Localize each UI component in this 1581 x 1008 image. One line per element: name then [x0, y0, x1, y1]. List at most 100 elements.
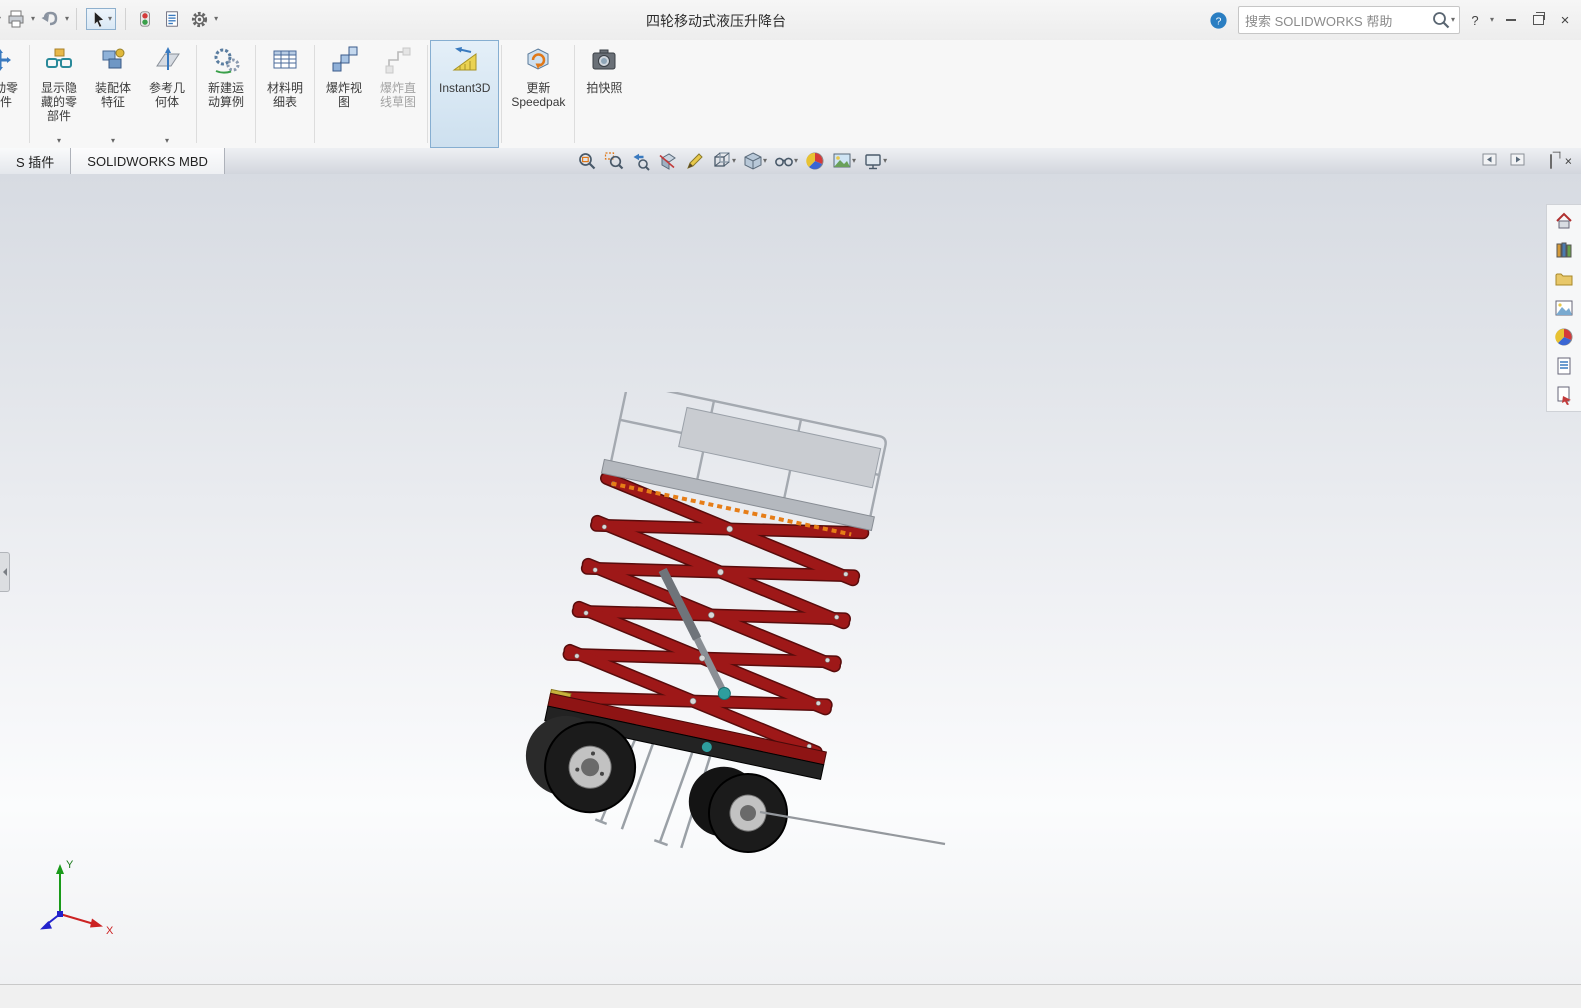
home-icon [1556, 212, 1572, 229]
close-button[interactable]: × [1555, 8, 1575, 32]
solidworks-resources-button[interactable] [1552, 210, 1576, 232]
apply-scene-button[interactable]: ▾ [830, 150, 858, 172]
select-cursor-icon [94, 11, 105, 28]
triad-origin [57, 911, 63, 917]
pane-right-icon [1510, 153, 1525, 166]
section-view-button[interactable] [656, 150, 680, 172]
help-circle-icon: ? [1210, 11, 1228, 29]
zoom-fit-button[interactable] [575, 150, 599, 172]
chevron-down-icon: ▾ [108, 14, 113, 23]
x-axis [59, 913, 95, 925]
featuremanager-flyout-handle[interactable] [0, 552, 10, 592]
pack-and-go-button[interactable] [1552, 384, 1576, 406]
svg-text:?: ? [1216, 16, 1222, 27]
ribbon-button-label: Instant3D [439, 81, 491, 95]
rebuild-stoplight-icon [140, 11, 151, 27]
select-tool-button[interactable]: ▾ [86, 8, 117, 30]
pane-previous-button[interactable] [1482, 152, 1498, 170]
title-bar: ▾ ▾ ▾ ▾ ▾ 四轮 [0, 0, 1581, 41]
view-orientation-button[interactable]: ▾ [710, 150, 738, 172]
ribbon-button-explode-line-sketch: 爆炸直线草图 [371, 40, 425, 148]
pane-next-button[interactable] [1510, 152, 1526, 170]
chevron-down-icon[interactable]: ▾ [1451, 16, 1455, 24]
doc-restore-button[interactable] [1550, 153, 1553, 169]
appearances-scenes-button[interactable] [1552, 326, 1576, 348]
edit-appearance-button[interactable] [803, 150, 827, 172]
help-menu-button[interactable]: ? [1467, 8, 1483, 32]
ribbon-button-instant3d[interactable]: Instant3D [430, 40, 500, 148]
custom-properties-button[interactable] [1552, 355, 1576, 377]
assembly-features-icon [99, 46, 127, 78]
tab-solidworks-addins[interactable]: S 插件 [0, 148, 72, 174]
zoom-fit-icon [579, 153, 596, 170]
view-settings-button[interactable]: ▾ [861, 150, 889, 172]
hide-show-items-button[interactable]: ▾ [772, 150, 800, 172]
ribbon-tabs: S 插件 SOLIDWORKS MBD [0, 148, 225, 174]
ribbon-button-move-component[interactable]: 移动零部件 [0, 40, 27, 148]
ribbon-tab-row: S 插件 SOLIDWORKS MBD ▾ ▾ ▾ ▾ ▾ × [0, 148, 1581, 175]
search-input[interactable] [1242, 11, 1431, 29]
ribbon-button-exploded-view[interactable]: 爆炸视图 [317, 40, 371, 148]
scissor-lift-model[interactable] [515, 392, 955, 872]
view-palette-button[interactable] [1552, 297, 1576, 319]
file-explorer-button[interactable] [1552, 268, 1576, 290]
ribbon-button-assembly-features[interactable]: 装配体特征 ▾ [86, 40, 140, 148]
chevron-down-icon[interactable]: ▾ [31, 15, 35, 23]
hide-show-glasses-icon [775, 157, 793, 167]
ribbon-button-label: 装配体特征 [94, 81, 131, 109]
minimize-button[interactable] [1501, 8, 1521, 32]
file-properties-icon [166, 11, 178, 27]
ribbon-button-label: 新建运动算例 [207, 81, 244, 109]
chevron-down-icon[interactable]: ▾ [1490, 16, 1494, 24]
view-orientation-cube-icon [714, 152, 730, 167]
ribbon-button-new-motion-study[interactable]: 新建运动算例 [199, 40, 253, 148]
chevron-down-icon[interactable]: ▾ [0, 15, 1, 23]
previous-view-button[interactable] [629, 150, 653, 172]
chevron-down-icon: ▾ [164, 136, 169, 145]
reference-geometry-icon [153, 46, 181, 78]
file-properties-button[interactable] [160, 7, 184, 31]
gear-icon [191, 11, 207, 27]
options-button[interactable] [187, 7, 211, 31]
x-axis-arrow [90, 918, 103, 928]
chevron-down-icon[interactable]: ▾ [65, 15, 69, 23]
ribbon-button-show-hidden-components[interactable]: 显示隐藏的零部件 ▾ [32, 40, 86, 148]
ribbon-button-label: 爆炸视图 [325, 81, 362, 109]
design-library-button[interactable] [1552, 239, 1576, 261]
ribbon-button-update-speedpak[interactable]: 更新 Speedpak [504, 40, 572, 148]
display-style-button[interactable]: ▾ [741, 150, 769, 172]
ribbon-button-label: 移动零部件 [0, 81, 18, 109]
restore-button[interactable] [1528, 8, 1548, 32]
help-bubble-button[interactable]: ? [1207, 8, 1231, 32]
update-speedpak-icon [524, 46, 552, 78]
ribbon-button-label: 爆炸直线草图 [379, 81, 416, 109]
chevron-down-icon: ▾ [56, 136, 61, 145]
chevron-down-icon: ▾ [852, 156, 857, 165]
restore-icon [1532, 12, 1545, 25]
ribbon-button-reference-geometry[interactable]: 参考几何体 ▾ [140, 40, 194, 148]
ribbon-button-bill-of-materials[interactable]: 材料明细表 [258, 40, 312, 148]
show-hidden-components-icon [45, 46, 73, 78]
zoom-area-button[interactable] [602, 150, 626, 172]
heads-up-view-toolbar: ▾ ▾ ▾ ▾ ▾ [575, 150, 889, 172]
rebuild-button[interactable] [133, 7, 157, 31]
ribbon-button-take-snapshot[interactable]: 拍快照 [577, 40, 631, 148]
graphics-viewport[interactable]: Y X [0, 174, 1581, 985]
dynamic-annotation-button[interactable] [683, 150, 707, 172]
display-style-icon [744, 152, 762, 170]
status-bar [0, 984, 1581, 1008]
tab-solidworks-mbd[interactable]: SOLIDWORKS MBD [71, 148, 225, 174]
print-button[interactable] [4, 7, 28, 31]
chevron-down-icon[interactable]: ▾ [214, 15, 218, 23]
motion-study-icon [212, 46, 240, 78]
ribbon-button-label: 参考几何体 [148, 81, 185, 109]
chevron-down-icon: ▾ [732, 156, 737, 165]
monitor-icon [865, 154, 881, 170]
chevron-down-icon: ▾ [763, 156, 768, 165]
doc-close-button[interactable]: × [1565, 155, 1572, 168]
minimize-icon [1506, 19, 1516, 21]
restore-icon [1550, 153, 1553, 169]
undo-button[interactable] [38, 7, 62, 31]
document-title: 四轮移动式液压升降台 [646, 13, 786, 29]
search-icon[interactable] [1431, 10, 1451, 30]
